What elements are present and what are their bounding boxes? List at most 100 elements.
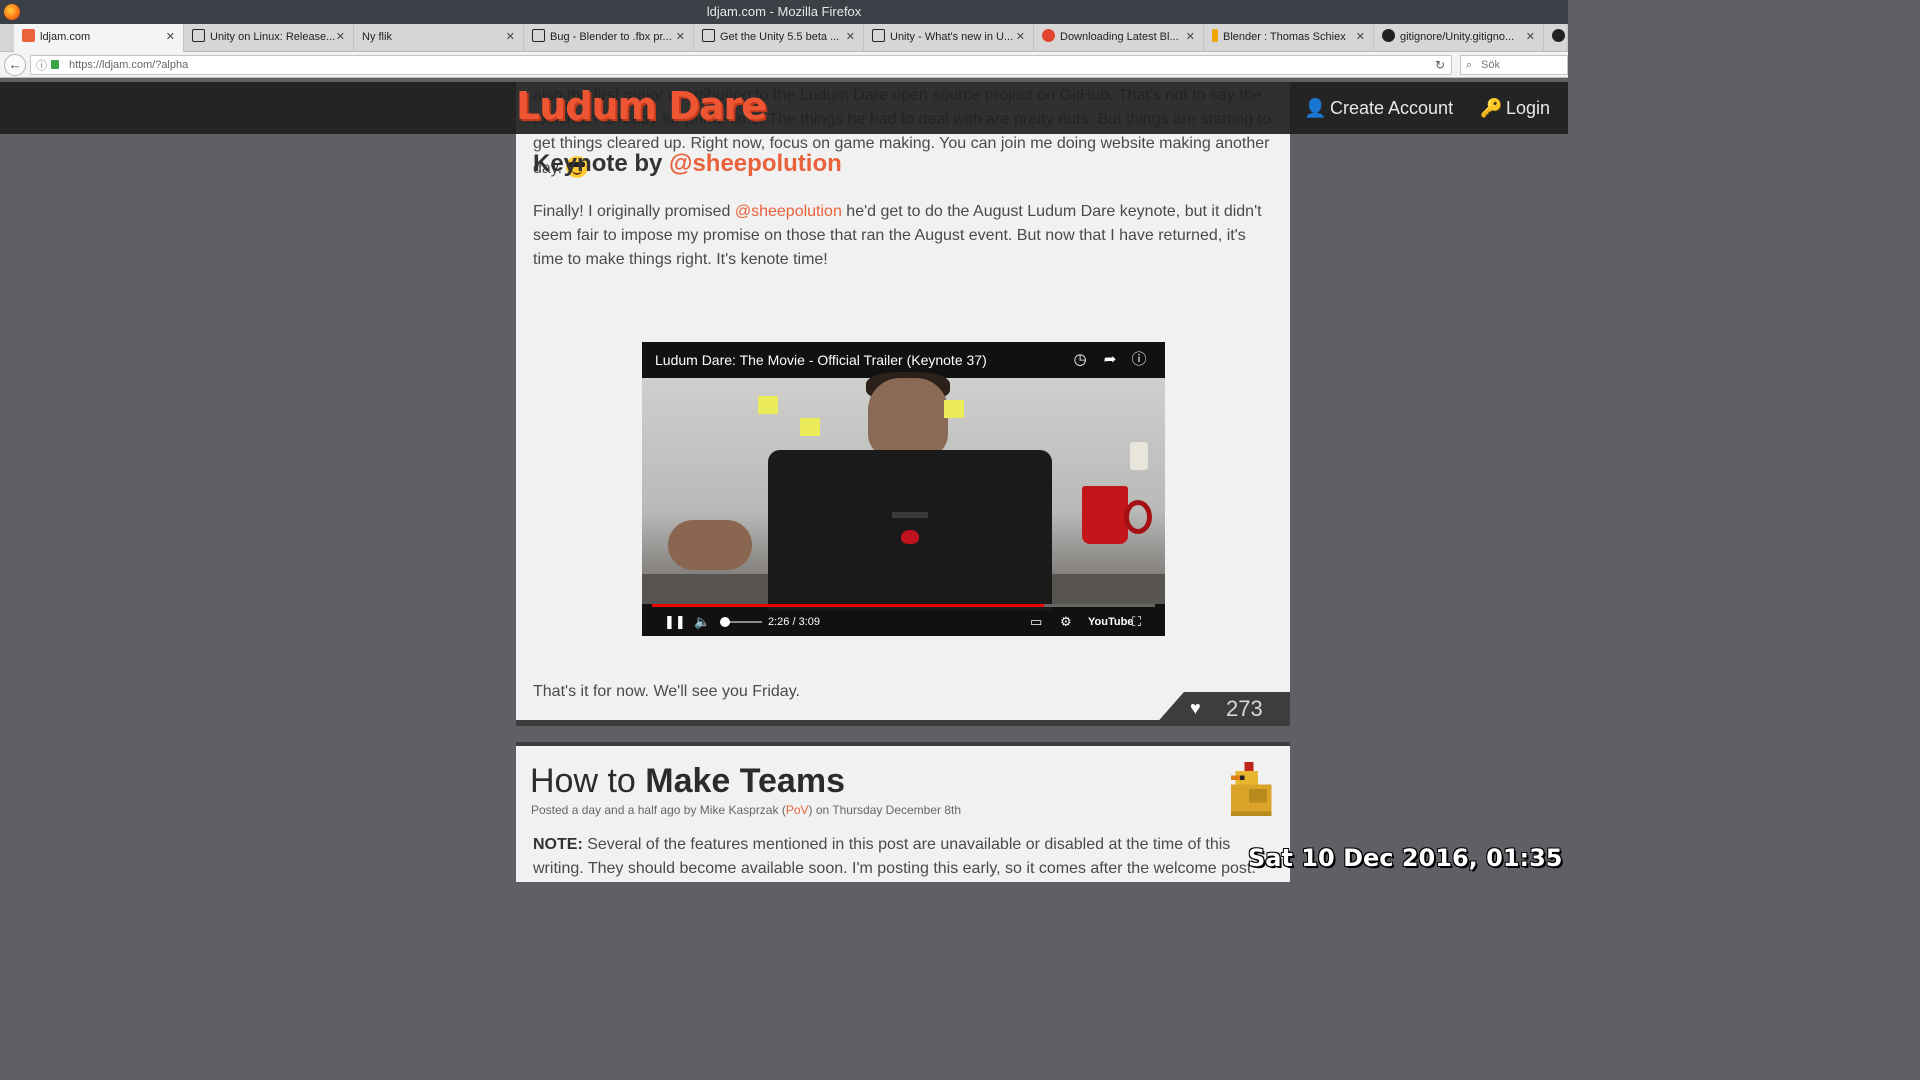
tab-gitignore[interactable]: gitignore/Unity.gitigno... ✕ bbox=[1374, 24, 1544, 52]
like-box[interactable] bbox=[1154, 692, 1290, 726]
post-note: NOTE: Several of the features mentioned … bbox=[533, 833, 1277, 881]
ask-icon bbox=[1042, 29, 1055, 42]
wall-outlet bbox=[1130, 442, 1148, 470]
url-text: https://ldjam.com/?alpha bbox=[69, 59, 189, 71]
tab-ldjam[interactable]: ldjam.com ✕ bbox=[14, 24, 184, 52]
search-input[interactable]: ⌕ Sök bbox=[1460, 55, 1568, 75]
back-button[interactable]: ← bbox=[4, 54, 26, 76]
close-icon[interactable]: ✕ bbox=[336, 24, 345, 50]
tab-bar: ldjam.com ✕ Unity on Linux: Release... ✕ N… bbox=[0, 24, 1568, 52]
mention-link[interactable]: @sheepolution bbox=[735, 203, 842, 220]
search-placeholder: Sök bbox=[1481, 59, 1500, 71]
note-text: Several of the features mentioned in thi… bbox=[533, 836, 1256, 877]
github-icon bbox=[1552, 29, 1565, 42]
mention-link[interactable]: @sheepolution bbox=[669, 150, 842, 177]
close-icon[interactable]: ✕ bbox=[506, 24, 515, 50]
tab-blender-schiex[interactable]: Blender : Thomas Schiex ✕ bbox=[1204, 24, 1374, 52]
title-light: How to bbox=[530, 762, 636, 800]
post-closing: That's it for now. We'll see you Friday. bbox=[533, 683, 800, 700]
post-article: also the first major contribution to the… bbox=[516, 82, 1290, 726]
tab-label: Blender : Thomas Schiex bbox=[1223, 31, 1346, 43]
video-progress-bar[interactable] bbox=[652, 604, 1155, 607]
url-bar[interactable]: ⓘ https://ldjam.com/?alpha ↻ bbox=[30, 55, 1452, 75]
volume-icon[interactable]: 🔈 bbox=[694, 613, 710, 631]
tab-bug-blender[interactable]: Bug - Blender to .fbx pr... ✕ bbox=[524, 24, 694, 52]
close-icon[interactable]: ✕ bbox=[676, 24, 685, 50]
github-icon bbox=[1382, 29, 1395, 42]
volume-knob[interactable] bbox=[720, 617, 730, 627]
video-title[interactable]: Ludum Dare: The Movie - Official Trailer… bbox=[655, 352, 987, 368]
reload-icon[interactable]: ↻ bbox=[1435, 56, 1445, 74]
tab-unity-beta[interactable]: Get the Unity 5.5 beta ... ✕ bbox=[694, 24, 864, 52]
window-titlebar: ldjam.com - Mozilla Firefox bbox=[0, 0, 1568, 24]
login-button[interactable]: 🔑 Login bbox=[1480, 94, 1550, 122]
tab-new[interactable]: Ny flik ✕ bbox=[354, 24, 524, 52]
firefox-icon[interactable] bbox=[4, 4, 20, 20]
unity-icon bbox=[192, 29, 205, 42]
close-icon[interactable]: ✕ bbox=[166, 24, 175, 50]
like-count: 273 bbox=[1226, 696, 1263, 721]
meta-text: ) on Thursday December 8th bbox=[808, 803, 962, 817]
navigation-bar: ← ⓘ https://ldjam.com/?alpha ↻ ⌕ Sök bbox=[0, 52, 1568, 78]
info-icon[interactable]: ⓘ bbox=[36, 57, 47, 75]
tab-label: Ny flik bbox=[362, 31, 392, 43]
author-link[interactable]: PoV bbox=[786, 803, 809, 817]
window-title: ldjam.com - Mozilla Firefox bbox=[706, 4, 862, 19]
tab-label: Unity on Linux: Release... bbox=[210, 31, 336, 43]
info-icon[interactable]: ⓘ bbox=[1130, 351, 1148, 369]
close-icon[interactable]: ✕ bbox=[1016, 24, 1025, 50]
post-article: How to Make Teams Posted a day and a hal… bbox=[516, 742, 1290, 882]
meta-text: Posted a day and a half ago by Mike Kasp… bbox=[531, 803, 786, 817]
video-person-face bbox=[868, 378, 948, 458]
create-account-button[interactable]: 👤 Create Account bbox=[1304, 94, 1453, 122]
fullscreen-icon[interactable]: ⛶ bbox=[1132, 613, 1141, 631]
subtitles-icon[interactable]: ▭ bbox=[1030, 613, 1042, 631]
note-label: NOTE: bbox=[533, 836, 583, 853]
unity-icon bbox=[702, 29, 715, 42]
youtube-logo[interactable]: YouTube bbox=[1088, 616, 1133, 628]
ludum-dare-logo[interactable]: Ludum Dare bbox=[516, 84, 767, 128]
laptop-brand bbox=[892, 512, 928, 518]
video-controls: ❚❚ 🔈 2:26 / 3:09 ▭ ⚙ YouTube ⛶ bbox=[642, 608, 1165, 636]
heading-text: Keynote by bbox=[533, 150, 663, 177]
tab-unity-linux[interactable]: Unity on Linux: Release... ✕ bbox=[184, 24, 354, 52]
search-icon: ⌕ bbox=[1466, 59, 1473, 71]
close-icon[interactable]: ✕ bbox=[846, 24, 855, 50]
create-account-label: Create Account bbox=[1330, 98, 1454, 118]
post-paragraph: Finally! I originally promised @sheepolu… bbox=[533, 200, 1277, 272]
tab-label: Get the Unity 5.5 beta ... bbox=[720, 31, 840, 43]
post-meta: Posted a day and a half ago by Mike Kasp… bbox=[531, 803, 961, 817]
tab-label: Bug - Blender to .fbx pr... bbox=[550, 31, 672, 43]
unity-icon bbox=[872, 29, 885, 42]
lock-icon bbox=[51, 60, 59, 69]
close-icon[interactable]: ✕ bbox=[1186, 24, 1195, 50]
post-heading: Keynote by @sheepolution bbox=[533, 150, 842, 178]
laptop bbox=[768, 450, 1052, 610]
rog-logo-icon bbox=[901, 530, 919, 544]
tab-downloading-blender[interactable]: Downloading Latest Bl... ✕ bbox=[1034, 24, 1204, 52]
pause-icon[interactable]: ❚❚ bbox=[664, 613, 686, 631]
youtube-video-player[interactable]: Ludum Dare: The Movie - Official Trailer… bbox=[642, 342, 1165, 636]
hand bbox=[668, 520, 752, 570]
red-mug bbox=[1082, 486, 1152, 544]
sticky-note bbox=[944, 400, 964, 418]
heart-icon[interactable]: ♥ bbox=[1190, 698, 1201, 719]
arrow-left-icon: ← bbox=[8, 57, 22, 72]
tab-label: Unity - What's new in U... bbox=[890, 31, 1014, 43]
share-icon[interactable]: ➦ bbox=[1101, 351, 1119, 369]
site-header: Ludum Dare 👤 Create Account 🔑 Login bbox=[0, 82, 1568, 134]
video-time: 2:26 / 3:09 bbox=[768, 616, 820, 628]
tab-label: Downloading Latest Bl... bbox=[1060, 31, 1179, 43]
key-icon: 🔑 bbox=[1480, 98, 1503, 118]
watch-later-icon[interactable]: ◷ bbox=[1071, 351, 1089, 369]
settings-gear-icon[interactable]: ⚙ bbox=[1060, 613, 1072, 631]
close-icon[interactable]: ✕ bbox=[1356, 24, 1365, 50]
video-frame[interactable] bbox=[642, 372, 1165, 610]
title-bold: Make Teams bbox=[645, 762, 845, 800]
tab-unity-whats-new[interactable]: Unity - What's new in U... ✕ bbox=[864, 24, 1034, 52]
chicken-avatar-icon bbox=[1231, 762, 1272, 816]
post-title[interactable]: How to Make Teams bbox=[530, 762, 845, 801]
tab-overflow[interactable] bbox=[1544, 24, 1568, 52]
close-icon[interactable]: ✕ bbox=[1526, 24, 1535, 50]
page-viewport[interactable]: also the first major contribution to the… bbox=[0, 82, 1568, 882]
